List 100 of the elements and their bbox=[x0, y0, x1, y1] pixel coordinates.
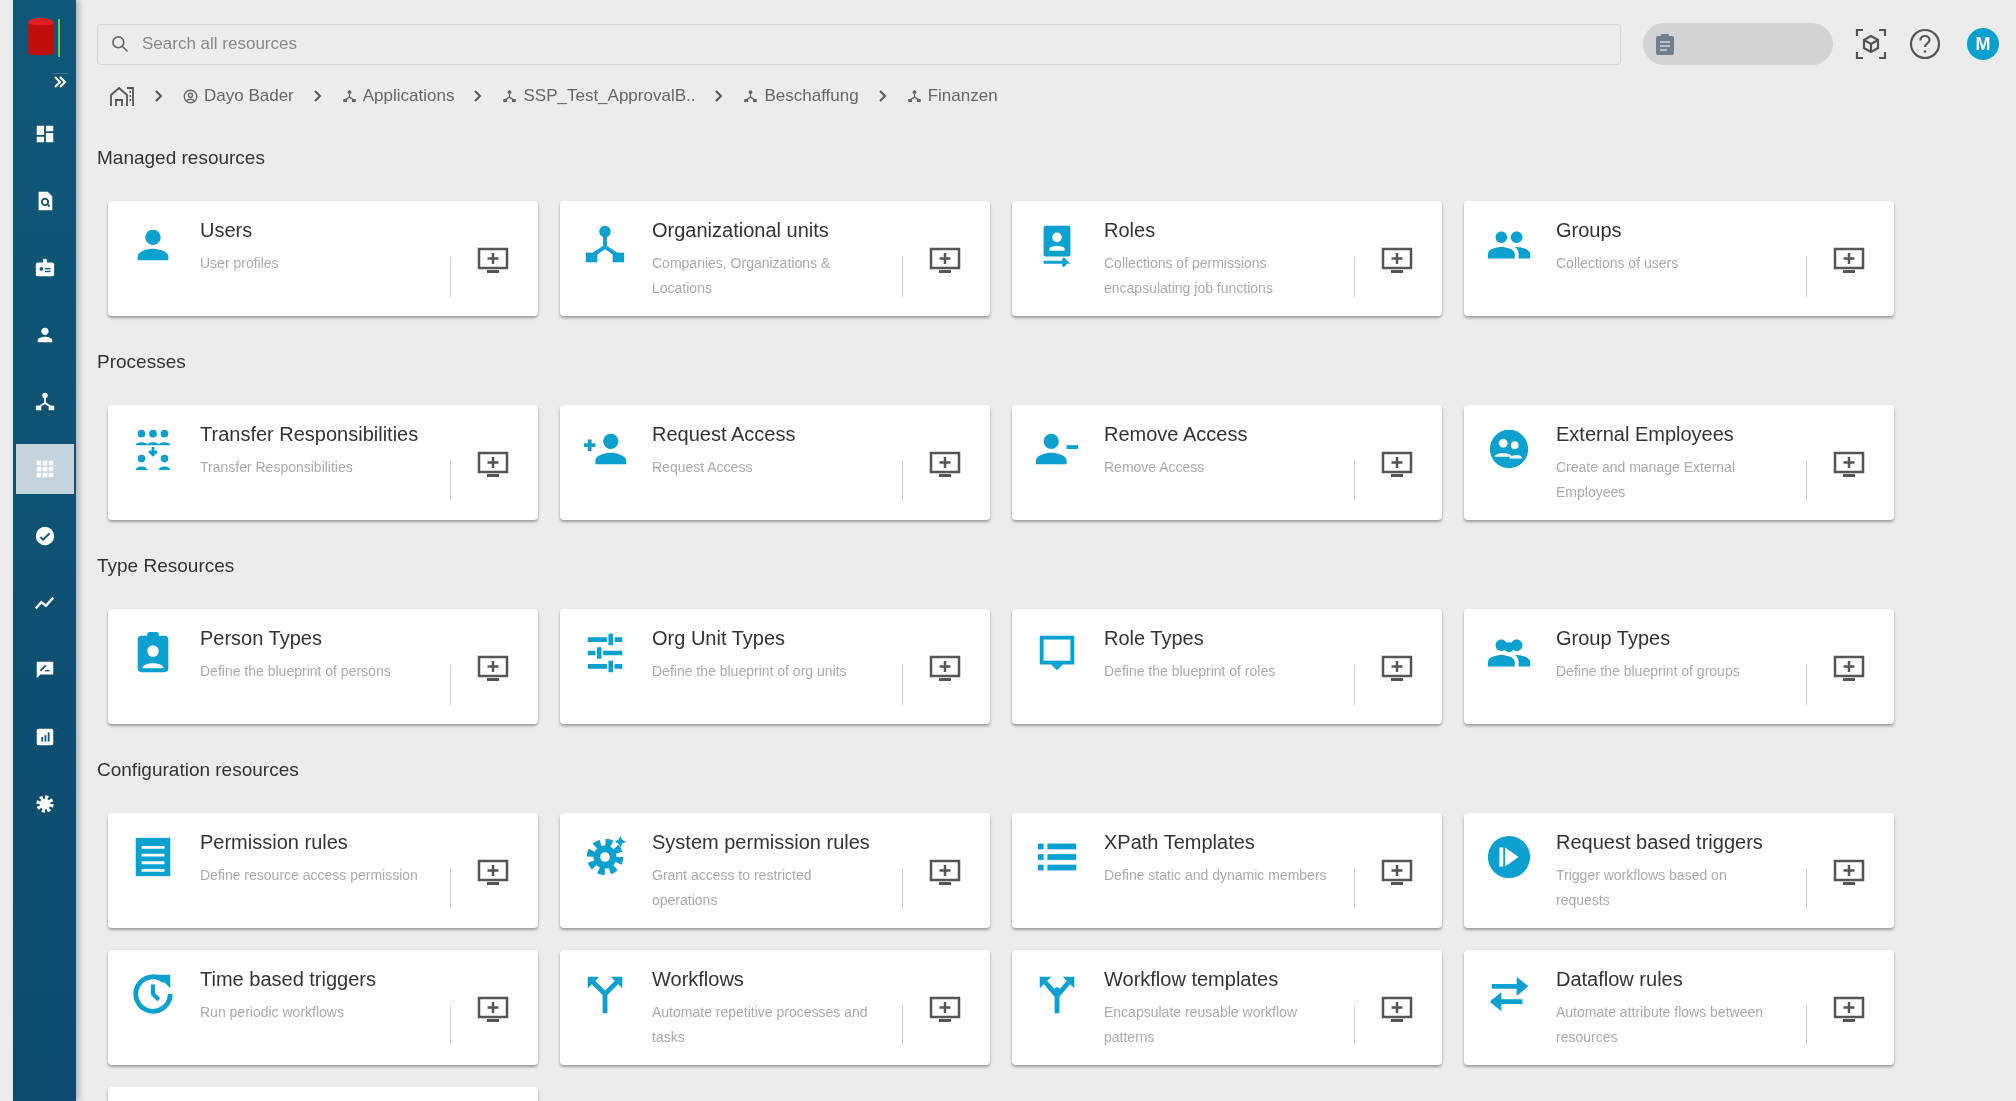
resource-card[interactable]: Dataflow rules Automate attribute flows between resources bbox=[1464, 950, 1894, 1065]
card-description: Automate attribute flows between resources bbox=[1556, 1003, 1764, 1047]
resource-card[interactable]: External Employees Create and manage External Employees bbox=[1464, 405, 1894, 520]
search-field[interactable]: Search all resources bbox=[97, 23, 1621, 65]
section-heading: Managed resources bbox=[97, 146, 266, 170]
breadcrumb-link[interactable]: Applications bbox=[341, 86, 455, 106]
cube-icon[interactable] bbox=[1855, 28, 1887, 60]
add-icon[interactable] bbox=[1381, 655, 1413, 683]
card-description: Companies, Organizations & Locations bbox=[652, 254, 832, 298]
card-description: Remove Access bbox=[1104, 458, 1206, 477]
add-icon[interactable] bbox=[929, 655, 961, 683]
add-icon[interactable] bbox=[929, 996, 961, 1024]
resource-card[interactable]: Time based triggers Run periodic workflows bbox=[108, 950, 538, 1065]
card-description: Encapsulate reusable workflow patterns bbox=[1104, 1003, 1298, 1047]
add-icon[interactable] bbox=[477, 996, 509, 1024]
card-title: Roles bbox=[1104, 218, 1157, 243]
add-icon[interactable] bbox=[477, 247, 509, 275]
search-input[interactable]: Search all resources bbox=[140, 33, 1620, 55]
resource-icon bbox=[1486, 834, 1532, 880]
card-title: XPath Templates bbox=[1104, 830, 1256, 855]
card-description: Define static and dynamic members bbox=[1104, 866, 1328, 885]
card-description: Define resource access permission bbox=[200, 866, 419, 885]
add-icon[interactable] bbox=[1381, 859, 1413, 887]
add-icon[interactable] bbox=[1833, 247, 1865, 275]
chevron-icon bbox=[311, 89, 324, 103]
resource-card[interactable]: System permission rules Grant access to restricted operations bbox=[560, 813, 990, 928]
card-title: Permission rules bbox=[200, 830, 349, 855]
card-description: Define the blueprint of org units bbox=[652, 662, 848, 681]
help-icon[interactable] bbox=[1909, 28, 1941, 60]
resource-icon bbox=[130, 971, 176, 1017]
card-description: Run periodic workflows bbox=[200, 1003, 345, 1022]
hierarchy-icon bbox=[906, 88, 922, 104]
check-circle-icon bbox=[33, 525, 56, 547]
card-description: Define the blueprint of persons bbox=[200, 662, 392, 681]
id-card-icon bbox=[33, 257, 56, 279]
hierarchy-icon bbox=[743, 88, 759, 104]
resource-card[interactable]: Org Unit Types Define the blueprint of org units bbox=[560, 609, 990, 724]
expand-icon[interactable] bbox=[52, 73, 68, 90]
section-heading: Processes bbox=[97, 350, 187, 374]
add-icon[interactable] bbox=[1833, 859, 1865, 887]
add-icon[interactable] bbox=[1833, 655, 1865, 683]
card-description: Define the blueprint of roles bbox=[1104, 662, 1277, 681]
add-icon[interactable] bbox=[929, 247, 961, 275]
section-heading: Type Resources bbox=[97, 554, 236, 578]
add-icon[interactable] bbox=[929, 451, 961, 479]
card-description: Define the blueprint of groups bbox=[1556, 662, 1741, 681]
resource-card[interactable]: Workflow templates Encapsulate reusable workflow patterns bbox=[1012, 950, 1442, 1065]
home-icon[interactable] bbox=[109, 85, 135, 107]
card-title: Dataflow rules bbox=[1556, 967, 1684, 992]
card-title: External Employees bbox=[1556, 422, 1735, 447]
hierarchy-icon bbox=[33, 391, 56, 413]
breadcrumb-link[interactable]: SSP_Test_ApprovalB.. bbox=[502, 86, 696, 106]
resource-card[interactable]: Users User profiles bbox=[108, 201, 538, 316]
card-description: User profiles bbox=[200, 254, 280, 273]
resource-card[interactable]: Workflows Automate repetitive processes and tasks bbox=[560, 950, 990, 1065]
resource-card[interactable]: Person Types Define the blueprint of persons bbox=[108, 609, 538, 724]
card-title: Organizational units bbox=[652, 218, 830, 243]
breadcrumb-link[interactable]: Beschaffung bbox=[743, 86, 859, 106]
add-icon[interactable] bbox=[477, 859, 509, 887]
breadcrumb-link[interactable]: Dayo Bader bbox=[183, 86, 294, 106]
card-title: Org Unit Types bbox=[652, 626, 787, 651]
chevron-icon bbox=[153, 89, 165, 103]
clipboard-button[interactable] bbox=[1643, 23, 1833, 65]
add-icon[interactable] bbox=[1833, 451, 1865, 479]
card-title: Users bbox=[200, 218, 254, 243]
resource-card[interactable]: Transfer Responsibilities Transfer Responsibilities bbox=[108, 405, 538, 520]
resource-card[interactable]: Request Access Request Access bbox=[560, 405, 990, 520]
card-description: Automate repetitive processes and tasks bbox=[652, 1003, 869, 1047]
add-icon[interactable] bbox=[1381, 247, 1413, 275]
chevron-icon bbox=[876, 89, 889, 103]
card-title: Workflows bbox=[652, 967, 745, 992]
add-icon[interactable] bbox=[1381, 451, 1413, 479]
resource-card[interactable]: Role Types Define the blueprint of roles bbox=[1012, 609, 1442, 724]
clipboard-icon bbox=[1655, 33, 1675, 55]
card-description: Create and manage External Employees bbox=[1556, 458, 1736, 502]
add-icon[interactable] bbox=[477, 655, 509, 683]
resource-card[interactable]: XPath Templates Define static and dynamic members bbox=[1012, 813, 1442, 928]
resource-card[interactable]: Remove Access Remove Access bbox=[1012, 405, 1442, 520]
card-title: Time based triggers bbox=[200, 967, 377, 992]
breadcrumb-link[interactable]: Finanzen bbox=[906, 86, 998, 106]
resource-card[interactable]: Permission rules Define resource access permission bbox=[108, 813, 538, 928]
card-title: Role Types bbox=[1104, 626, 1205, 651]
card-title: Transfer Responsibilities bbox=[200, 422, 420, 447]
card-description: Request Access bbox=[652, 458, 754, 477]
add-icon[interactable] bbox=[1833, 996, 1865, 1024]
resource-card[interactable]: Group Types Define the blueprint of groups bbox=[1464, 609, 1894, 724]
card-description: Transfer Responsibilities bbox=[200, 458, 354, 477]
resource-card[interactable]: Groups Collections of users bbox=[1464, 201, 1894, 316]
resource-card[interactable]: Organizational units Companies, Organizations & Locations bbox=[560, 201, 990, 316]
add-icon[interactable] bbox=[1381, 996, 1413, 1024]
section-heading: Configuration resources bbox=[97, 758, 300, 782]
card-title: Group Types bbox=[1556, 626, 1672, 651]
card-title: Request based triggers bbox=[1556, 830, 1764, 855]
add-icon[interactable] bbox=[929, 859, 961, 887]
hierarchy-icon bbox=[341, 88, 357, 104]
card-description: Collections of permissions encapsulating job functions bbox=[1104, 254, 1274, 298]
resource-card[interactable]: Request based triggers Trigger workflows based on requests bbox=[1464, 813, 1894, 928]
resource-card[interactable]: Roles Collections of permissions encapsulating job functions bbox=[1012, 201, 1442, 316]
add-icon[interactable] bbox=[477, 451, 509, 479]
card-description: Collections of users bbox=[1556, 254, 1680, 273]
